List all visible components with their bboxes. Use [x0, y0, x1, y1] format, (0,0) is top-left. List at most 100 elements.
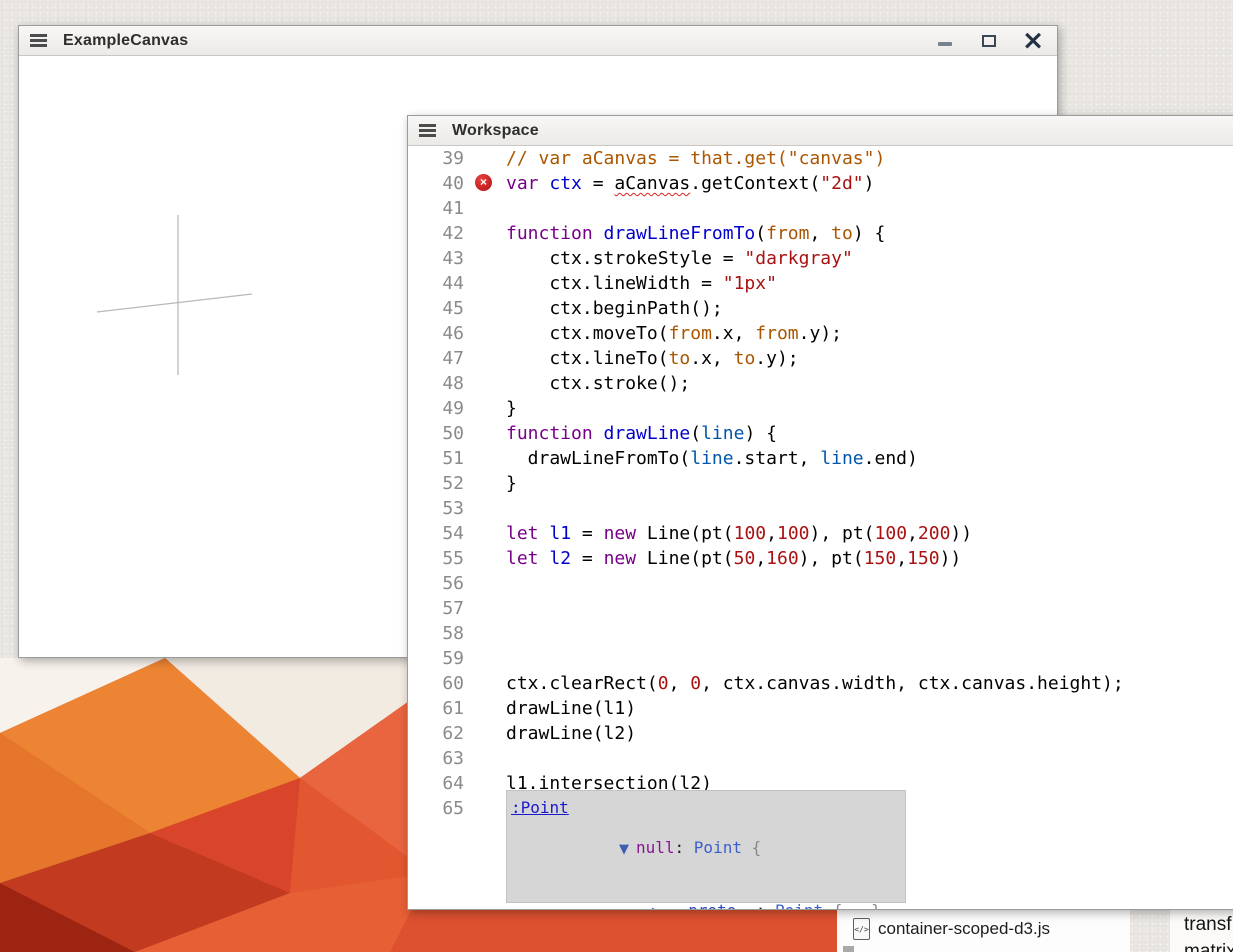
code-text: ctx.stroke(); [506, 371, 690, 396]
file-panel: </> container-scoped-d3.js [837, 910, 1130, 952]
edge-label-transf[interactable]: transf [1184, 914, 1232, 936]
line-number: 54 [408, 521, 464, 546]
window-controls: × [935, 26, 1043, 56]
gutter [464, 571, 506, 596]
code-line[interactable]: 39// var aCanvas = that.get("canvas") [408, 146, 1233, 171]
code-line[interactable]: 48 ctx.stroke(); [408, 371, 1233, 396]
code-line[interactable]: 49} [408, 396, 1233, 421]
line-number: 49 [408, 396, 464, 421]
code-text: drawLine(l2) [506, 721, 636, 746]
gutter [464, 771, 506, 796]
gutter [464, 371, 506, 396]
gutter [464, 496, 506, 521]
desktop: { "colors": { "desktop_bg": "#eae7e3", "… [0, 0, 1233, 952]
line-number: 57 [408, 596, 464, 621]
code-line[interactable]: 46 ctx.moveTo(from.x, from.y); [408, 321, 1233, 346]
inspector-root-row[interactable]: ▼null: Point { [619, 837, 897, 858]
code-text: drawLineFromTo(line.start, line.end) [506, 446, 918, 471]
code-line[interactable]: 50function drawLine(line) { [408, 421, 1233, 446]
code-line[interactable]: 52} [408, 471, 1233, 496]
line-number: 41 [408, 196, 464, 221]
code-text: } [506, 396, 517, 421]
inspector-widget: :Point ▼null: Point { ▶__proto__: Point … [506, 790, 906, 903]
workspace-titlebar[interactable]: Workspace [408, 116, 1233, 146]
code-text: var ctx = aCanvas.getContext("2d") [506, 171, 875, 196]
error-icon[interactable]: × [475, 174, 492, 191]
gutter [464, 271, 506, 296]
code-editor[interactable]: 39// var aCanvas = that.get("canvas")40×… [408, 146, 1233, 909]
inspector-proto-row[interactable]: ▶__proto__: Point {...} [619, 900, 897, 909]
code-line[interactable]: 58 [408, 621, 1233, 646]
line-number: 45 [408, 296, 464, 321]
gutter [464, 596, 506, 621]
window-title: Workspace [452, 122, 539, 140]
menu-icon[interactable] [30, 34, 47, 47]
line-number: 52 [408, 471, 464, 496]
example-canvas-titlebar[interactable]: ExampleCanvas × [19, 26, 1057, 56]
class-name: Point [694, 838, 742, 857]
code-line[interactable]: 54let l1 = new Line(pt(100,100), pt(100,… [408, 521, 1233, 546]
code-line[interactable]: 56 [408, 571, 1233, 596]
code-line[interactable]: 59 [408, 646, 1233, 671]
code-line[interactable]: 44 ctx.lineWidth = "1px" [408, 271, 1233, 296]
maximize-icon [982, 35, 996, 47]
code-line[interactable]: 45 ctx.beginPath(); [408, 296, 1233, 321]
close-button[interactable]: × [1023, 29, 1043, 53]
triangle-right-icon[interactable]: ▶ [652, 905, 662, 909]
code-line[interactable]: 53 [408, 496, 1233, 521]
code-line[interactable]: 40×var ctx = aCanvas.getContext("2d") [408, 171, 1233, 196]
line-number: 42 [408, 221, 464, 246]
line-number: 61 [408, 696, 464, 721]
edge-panel: transf matrix [1170, 910, 1233, 952]
code-line[interactable]: 41 [408, 196, 1233, 221]
code-text: drawLine(l1) [506, 696, 636, 721]
partial-item-stub [843, 946, 854, 952]
line-number: 62 [408, 721, 464, 746]
line-number: 60 [408, 671, 464, 696]
line-number: 56 [408, 571, 464, 596]
line-number: 51 [408, 446, 464, 471]
triangle-down-icon[interactable]: ▼ [619, 842, 629, 857]
code-text: } [506, 471, 517, 496]
code-line[interactable]: 47 ctx.lineTo(to.x, to.y); [408, 346, 1233, 371]
code-line[interactable]: 51 drawLineFromTo(line.start, line.end) [408, 446, 1233, 471]
gutter [464, 446, 506, 471]
code-line[interactable]: 57 [408, 596, 1233, 621]
maximize-button[interactable] [979, 29, 999, 53]
code-line[interactable]: 60ctx.clearRect(0, 0, ctx.canvas.width, … [408, 671, 1233, 696]
edge-label-matrix[interactable]: matrix [1184, 941, 1233, 952]
code-text: ctx.beginPath(); [506, 296, 723, 321]
code-text: function drawLineFromTo(from, to) { [506, 221, 885, 246]
line-number: 46 [408, 321, 464, 346]
code-line[interactable]: 42 function drawLineFromTo(from, to) { [408, 221, 1233, 246]
minimize-button[interactable] [935, 29, 955, 53]
workspace-window: Workspace 39// var aCanvas = that.get("c… [407, 115, 1233, 910]
code-text: ctx.lineWidth = "1px" [506, 271, 777, 296]
gutter [464, 346, 506, 371]
code-line[interactable]: 63 [408, 746, 1233, 771]
gutter [464, 721, 506, 746]
code-text: ctx.strokeStyle = "darkgray" [506, 246, 853, 271]
file-list-item[interactable]: </> container-scoped-d3.js [837, 910, 1130, 940]
window-title: ExampleCanvas [63, 32, 188, 50]
gutter [464, 796, 506, 821]
code-line[interactable]: 43 ctx.strokeStyle = "darkgray" [408, 246, 1233, 271]
line-number: 58 [408, 621, 464, 646]
drawn-lines [19, 56, 407, 556]
gutter [464, 521, 506, 546]
code-line[interactable]: 61 drawLine(l1) [408, 696, 1233, 721]
gutter [464, 671, 506, 696]
code-line[interactable]: 65 :Point ▼null: Point { ▶__proto__: Poi… [408, 796, 1233, 821]
gutter [464, 621, 506, 646]
line-number: 55 [408, 546, 464, 571]
object-key: __proto__ [669, 901, 756, 909]
code-line[interactable]: 62 drawLine(l2) [408, 721, 1233, 746]
gutter [464, 146, 506, 171]
inspector-type-link[interactable]: :Point [511, 797, 569, 818]
line-number: 64 [408, 771, 464, 796]
line-number: 53 [408, 496, 464, 521]
gutter [464, 221, 506, 246]
code-line[interactable]: 55let l2 = new Line(pt(50,160), pt(150,1… [408, 546, 1233, 571]
menu-icon[interactable] [419, 124, 436, 137]
gutter [464, 546, 506, 571]
